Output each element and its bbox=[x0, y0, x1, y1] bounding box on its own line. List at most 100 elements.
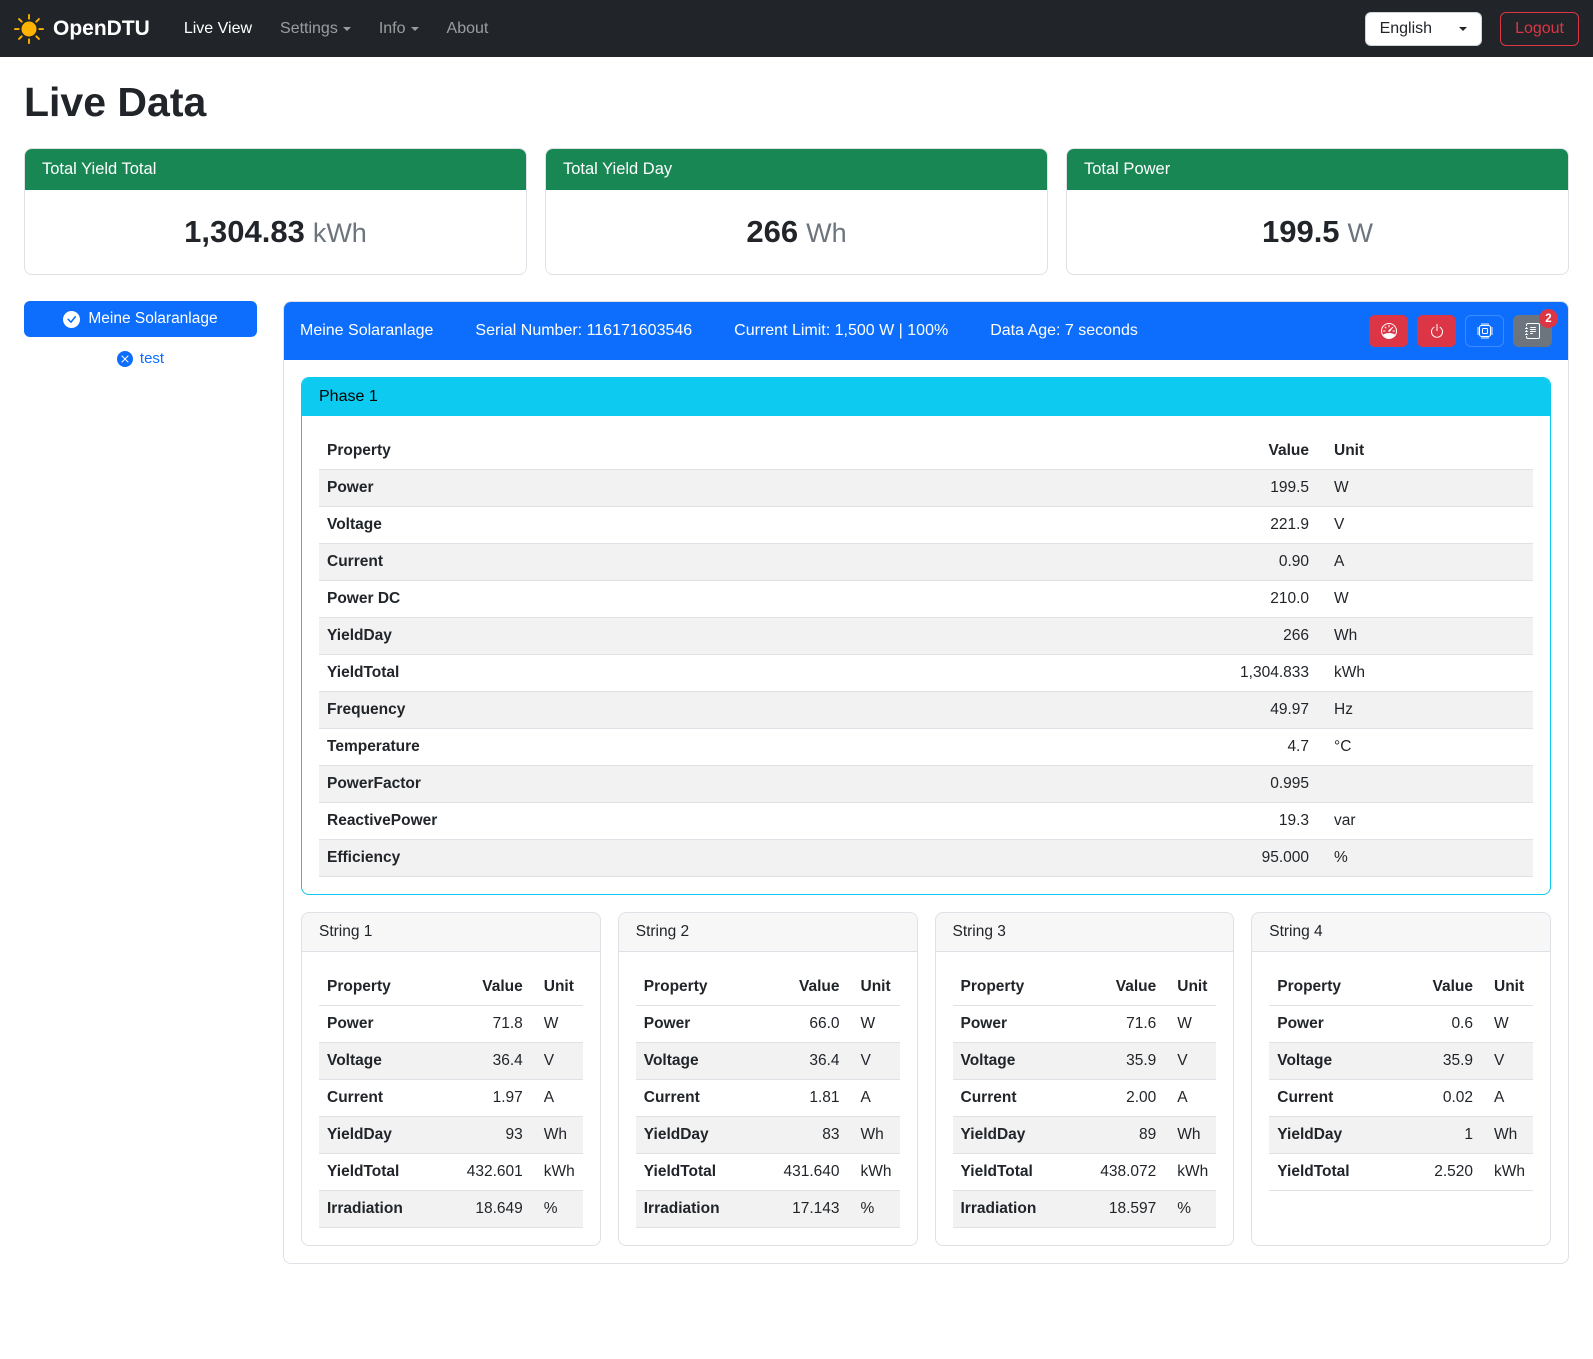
value-cell: 83 bbox=[754, 1117, 847, 1154]
unit-cell: A bbox=[1317, 544, 1533, 581]
table-header-row: Property Value Unit bbox=[319, 433, 1533, 470]
total-power-unit: W bbox=[1348, 218, 1373, 248]
table-header-row: Property Value Unit bbox=[1269, 969, 1533, 1006]
table-row: YieldTotal438.072kWh bbox=[953, 1154, 1217, 1191]
table-row: Power0.6W bbox=[1269, 1006, 1533, 1043]
value-cell: 18.649 bbox=[438, 1191, 531, 1228]
table-header-row: Property Value Unit bbox=[319, 969, 583, 1006]
column-unit: Unit bbox=[531, 969, 583, 1006]
brand[interactable]: OpenDTU bbox=[14, 14, 150, 44]
summary-cards: Total Yield Total 1,304.83kWh Total Yiel… bbox=[24, 148, 1569, 275]
unit-cell: V bbox=[1317, 507, 1533, 544]
table-row: Voltage36.4V bbox=[636, 1043, 900, 1080]
property-cell: Power bbox=[1269, 1006, 1398, 1043]
value-cell: 93 bbox=[438, 1117, 531, 1154]
property-cell: Voltage bbox=[319, 1043, 438, 1080]
string-1-title: String 1 bbox=[302, 913, 600, 952]
column-unit: Unit bbox=[1164, 969, 1216, 1006]
inverter-actions: 2 bbox=[1369, 315, 1552, 347]
nav-item-live-view[interactable]: Live View bbox=[172, 12, 264, 46]
device-info-button[interactable] bbox=[1465, 315, 1504, 347]
value-cell: 0.6 bbox=[1398, 1006, 1481, 1043]
unit-cell: % bbox=[848, 1191, 900, 1228]
unit-cell: Wh bbox=[848, 1117, 900, 1154]
property-cell: Voltage bbox=[636, 1043, 755, 1080]
card-title: Total Power bbox=[1067, 149, 1568, 190]
value-cell: 1 bbox=[1398, 1117, 1481, 1154]
navbar-right: English Logout bbox=[1365, 12, 1579, 46]
unit-cell: % bbox=[1164, 1191, 1216, 1228]
table-row: Current1.97A bbox=[319, 1080, 583, 1117]
table-header-row: Property Value Unit bbox=[953, 969, 1217, 1006]
language-select[interactable]: English bbox=[1365, 12, 1482, 46]
property-cell: Voltage bbox=[319, 507, 916, 544]
table-row: Irradiation18.597% bbox=[953, 1191, 1217, 1228]
inverter-serial: Serial Number: 116171603546 bbox=[475, 322, 692, 340]
chevron-down-icon bbox=[1459, 27, 1467, 31]
string-4-card: String 4 Property Value Unit bbox=[1251, 912, 1551, 1246]
power-button[interactable] bbox=[1417, 315, 1456, 347]
table-row: PowerFactor0.995 bbox=[319, 766, 1533, 803]
string-4-table: Property Value Unit Power0.6WVoltage35.9… bbox=[1269, 969, 1533, 1191]
string-2-title: String 2 bbox=[619, 913, 917, 952]
total-yield-total-unit: kWh bbox=[313, 218, 367, 248]
phase-1-table: Property Value Unit Power199.5WVoltage22… bbox=[319, 433, 1533, 877]
nav-links: Live View Settings Info About bbox=[172, 12, 501, 46]
card-body: 266 Wh bbox=[546, 190, 1047, 274]
property-cell: Power bbox=[319, 470, 916, 507]
table-row: YieldDay1Wh bbox=[1269, 1117, 1533, 1154]
table-row: ReactivePower19.3var bbox=[319, 803, 1533, 840]
property-cell: Current bbox=[319, 1080, 438, 1117]
column-property: Property bbox=[319, 433, 916, 470]
property-cell: Irradiation bbox=[953, 1191, 1072, 1228]
logout-button[interactable]: Logout bbox=[1500, 12, 1579, 46]
nav-item-about[interactable]: About bbox=[435, 12, 501, 46]
value-cell: 71.8 bbox=[438, 1006, 531, 1043]
sidebar-item-test[interactable]: test bbox=[24, 350, 257, 367]
value-cell: 0.995 bbox=[916, 766, 1317, 803]
total-yield-day-unit: Wh bbox=[806, 218, 847, 248]
unit-cell bbox=[1317, 766, 1533, 803]
unit-cell: kWh bbox=[1481, 1154, 1533, 1191]
nav-item-info[interactable]: Info bbox=[367, 12, 431, 46]
check-circle-icon bbox=[63, 311, 80, 328]
column-value: Value bbox=[1071, 969, 1164, 1006]
table-row: Voltage35.9V bbox=[1269, 1043, 1533, 1080]
phase-1-card: Phase 1 Property Value Unit Power199.5WV… bbox=[301, 377, 1551, 895]
unit-cell: V bbox=[531, 1043, 583, 1080]
property-cell: Power bbox=[953, 1006, 1072, 1043]
unit-cell: % bbox=[531, 1191, 583, 1228]
column-value: Value bbox=[1398, 969, 1481, 1006]
value-cell: 19.3 bbox=[916, 803, 1317, 840]
navbar: OpenDTU Live View Settings Info About En… bbox=[0, 0, 1593, 57]
limit-settings-button[interactable] bbox=[1369, 315, 1408, 347]
value-cell: 66.0 bbox=[754, 1006, 847, 1043]
table-row: YieldTotal2.520kWh bbox=[1269, 1154, 1533, 1191]
value-cell: 35.9 bbox=[1398, 1043, 1481, 1080]
journal-icon bbox=[1525, 323, 1541, 339]
property-cell: Temperature bbox=[319, 729, 916, 766]
nav-item-settings[interactable]: Settings bbox=[268, 12, 363, 46]
total-yield-day-card: Total Yield Day 266Wh bbox=[545, 148, 1048, 275]
sidebar-item-meine-solaranlage[interactable]: Meine Solaranlage bbox=[24, 301, 257, 337]
phase-1-title: Phase 1 bbox=[302, 378, 1550, 416]
inverter-panel-body: Phase 1 Property Value Unit Power199.5WV… bbox=[284, 360, 1568, 1263]
total-power-value: 199.5 bbox=[1262, 214, 1340, 249]
inverter-sidebar: Meine Solaranlage test bbox=[24, 301, 257, 367]
table-row: YieldDay93Wh bbox=[319, 1117, 583, 1154]
unit-cell: kWh bbox=[848, 1154, 900, 1191]
string-2-body: Property Value Unit Power66.0WVoltage36.… bbox=[619, 952, 917, 1245]
brand-label: OpenDTU bbox=[53, 17, 150, 41]
unit-cell: var bbox=[1317, 803, 1533, 840]
table-row: YieldDay89Wh bbox=[953, 1117, 1217, 1154]
table-row: Power71.8W bbox=[319, 1006, 583, 1043]
property-cell: Current bbox=[953, 1080, 1072, 1117]
value-cell: 0.90 bbox=[916, 544, 1317, 581]
inverter-name: Meine Solaranlage bbox=[300, 322, 433, 340]
event-log-button[interactable]: 2 bbox=[1513, 315, 1552, 347]
total-yield-day-value: 266 bbox=[746, 214, 798, 249]
value-cell: 95.000 bbox=[916, 840, 1317, 877]
property-cell: YieldTotal bbox=[636, 1154, 755, 1191]
column-unit: Unit bbox=[1317, 433, 1533, 470]
page-content: Live Data Total Yield Total 1,304.83kWh … bbox=[0, 57, 1593, 1292]
